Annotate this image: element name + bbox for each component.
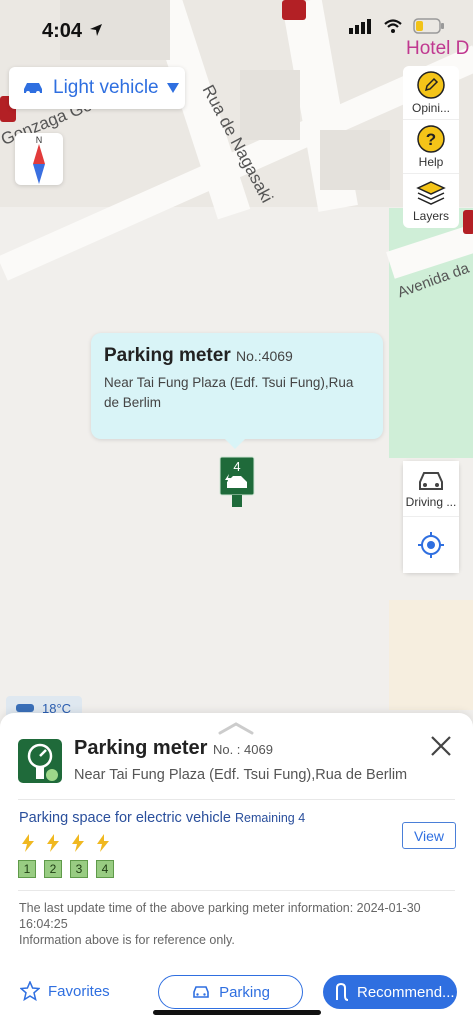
map-block bbox=[240, 70, 300, 140]
map-area bbox=[389, 600, 473, 710]
wifi-icon bbox=[384, 19, 402, 33]
sheet-title-text: Parking meter bbox=[74, 737, 208, 759]
vehicle-type-select[interactable]: Light vehicle bbox=[9, 67, 185, 109]
favorites-label: Favorites bbox=[48, 982, 110, 1000]
sheet-number: No. : 4069 bbox=[212, 742, 273, 757]
marker-count: 4 bbox=[233, 459, 241, 474]
layers-icon bbox=[416, 181, 446, 205]
recommend-button[interactable]: Recommend... bbox=[323, 975, 457, 1009]
recommend-label: Recommend... bbox=[357, 983, 455, 1001]
ev-title-text: Parking space for electric vehicle bbox=[19, 810, 231, 826]
caret-down-icon bbox=[166, 83, 179, 93]
lightning-icon bbox=[22, 834, 34, 852]
location-arrow-icon bbox=[89, 24, 102, 36]
ev-space-row: 1 2 3 4 bbox=[18, 860, 114, 878]
parking-meter-popup[interactable]: Parking meter No.:4069 Near Tai Fung Pla… bbox=[91, 333, 383, 449]
status-icons bbox=[349, 18, 445, 34]
ev-bolt-row bbox=[20, 834, 111, 852]
svg-text:?: ? bbox=[426, 130, 436, 149]
edit-icon bbox=[417, 70, 445, 99]
driving-tools: Driving ... bbox=[403, 461, 459, 573]
locate-me-button[interactable] bbox=[403, 517, 459, 573]
close-icon[interactable] bbox=[428, 733, 454, 759]
popup-title-text: Parking meter bbox=[104, 345, 231, 366]
signal-icon bbox=[349, 19, 371, 34]
driving-mode-button[interactable]: Driving ... bbox=[403, 461, 459, 517]
car-icon bbox=[193, 986, 209, 998]
star-icon bbox=[20, 981, 40, 1001]
popup-title: Parking meter No.:4069 bbox=[104, 345, 370, 367]
status-bar: 4:04 bbox=[0, 0, 473, 56]
car-outline-icon bbox=[419, 471, 443, 490]
battery-icon bbox=[413, 18, 444, 34]
driving-label: Driving ... bbox=[405, 494, 457, 509]
layers-label: Layers bbox=[412, 209, 450, 223]
lightning-icon bbox=[97, 834, 109, 852]
update-note-line1: The last update time of the above parkin… bbox=[19, 901, 421, 915]
space-4: 4 bbox=[96, 860, 114, 878]
sheet-address: Near Tai Fung Plaza (Edf. Tsui Fung),Rua… bbox=[74, 767, 408, 783]
clock: 4:04 bbox=[42, 20, 104, 43]
parking-meter-marker[interactable]: 4 bbox=[219, 456, 255, 508]
route-icon bbox=[336, 982, 349, 1001]
ev-remaining: Remaining 4 bbox=[235, 811, 306, 825]
map-poi-label: Hotel D bbox=[406, 38, 470, 59]
space-1: 1 bbox=[18, 860, 36, 878]
layers-button[interactable]: Layers bbox=[403, 174, 459, 228]
opinion-label: Opini... bbox=[411, 100, 450, 115]
map-block bbox=[320, 130, 390, 190]
favorites-button[interactable]: Favorites bbox=[20, 981, 110, 1001]
home-indicator bbox=[153, 1010, 321, 1015]
divider bbox=[18, 890, 455, 891]
space-3: 3 bbox=[70, 860, 88, 878]
sheet-grabber-icon[interactable] bbox=[218, 721, 254, 735]
vehicle-type-label: Light vehicle bbox=[53, 77, 159, 98]
lightning-icon bbox=[47, 834, 59, 852]
space-2: 2 bbox=[44, 860, 62, 878]
opinion-button[interactable]: Opini... bbox=[403, 66, 459, 120]
bus-stop-icon[interactable] bbox=[463, 210, 473, 234]
car-icon bbox=[24, 83, 42, 95]
map-side-tools: Opini... ? Help Layers bbox=[403, 66, 459, 228]
update-note-line2: 16:04:25 bbox=[19, 917, 68, 931]
compass-icon bbox=[33, 144, 45, 184]
divider bbox=[18, 799, 455, 800]
view-button[interactable]: View bbox=[402, 822, 456, 849]
compass-button[interactable]: N bbox=[15, 133, 63, 185]
popup-number: No.:4069 bbox=[236, 348, 293, 364]
parking-label: Parking bbox=[219, 983, 270, 1001]
popup-address: Near Tai Fung Plaza (Edf. Tsui Fung),Rua… bbox=[104, 375, 354, 410]
help-label: Help bbox=[418, 154, 444, 169]
sheet-title: Parking meter No. : 4069 bbox=[74, 737, 273, 760]
reference-note: Information above is for reference only. bbox=[19, 933, 235, 947]
help-icon: ? bbox=[417, 124, 445, 153]
locate-icon bbox=[418, 532, 444, 558]
bottom-action-bar: Favorites Parking Recommend... bbox=[0, 972, 473, 1012]
update-note: The last update time of the above parkin… bbox=[19, 900, 449, 948]
ev-section-title: Parking space for electric vehicle Remai… bbox=[19, 810, 305, 826]
parking-button[interactable]: Parking bbox=[158, 975, 303, 1009]
help-button[interactable]: ? Help bbox=[403, 120, 459, 174]
lightning-icon bbox=[72, 834, 84, 852]
parking-meter-icon bbox=[18, 739, 62, 783]
